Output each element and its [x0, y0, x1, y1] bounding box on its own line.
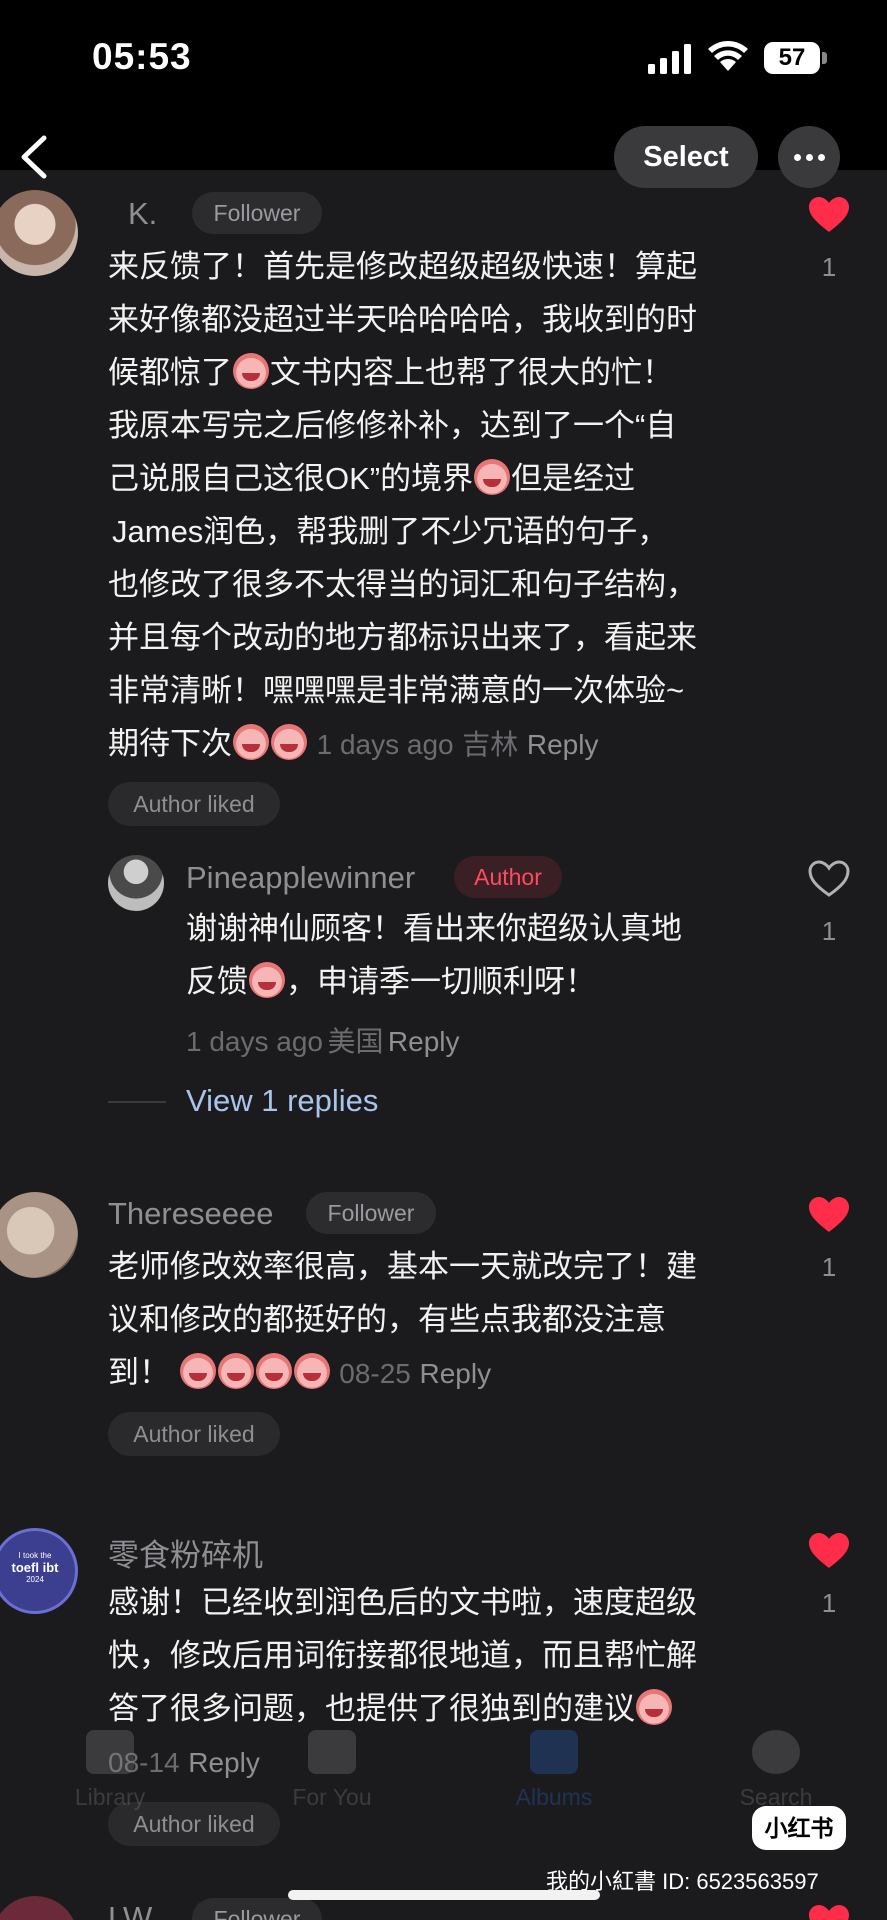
like-count: 1	[821, 1588, 837, 1618]
like-count: 1	[821, 252, 837, 282]
heart-filled-icon[interactable]	[808, 1532, 850, 1570]
toefl-badge-avatar[interactable]: I took the toefl ibt 2024	[0, 1528, 78, 1614]
heart-filled-icon[interactable]	[808, 1196, 850, 1234]
reply-line: ，申请季一切顺利呀！	[286, 964, 596, 999]
reply-time: 1 days ago	[186, 1026, 323, 1057]
for-you-icon	[308, 1730, 356, 1774]
comment-time: 08-25	[339, 1358, 411, 1389]
crying-emoji-icon	[636, 1689, 672, 1725]
comment-line: 感谢！已经收到润色后的文书啦，速度超级	[108, 1585, 697, 1620]
library-icon	[86, 1730, 134, 1774]
surprised-emoji-icon	[233, 353, 269, 389]
reply-link[interactable]: Reply	[527, 729, 599, 760]
comment-line: 快，修改后用词衔接都很地道，而且帮忙解	[108, 1638, 697, 1673]
like-count: 1	[821, 1252, 837, 1282]
reply-link[interactable]: Reply	[388, 1026, 460, 1057]
search-icon	[752, 1730, 800, 1774]
wifi-icon	[708, 41, 748, 71]
reply-link[interactable]: Reply	[420, 1358, 492, 1389]
comment-line: 期待下次	[108, 726, 232, 761]
reply-line: 反馈	[186, 964, 248, 999]
tab-label: For You	[292, 1784, 372, 1810]
albums-icon	[530, 1730, 578, 1774]
comment-username[interactable]: Thereseeee	[108, 1196, 273, 1232]
praying-emoji-icon	[249, 962, 285, 998]
comment-line: 议和修改的都挺好的，有些点我都没注意	[108, 1302, 666, 1337]
battery-cap	[822, 52, 827, 64]
heart-filled-icon[interactable]	[808, 196, 850, 234]
comment-text: 老师修改效率很高，基本一天就改完了！建 议和修改的都挺好的，有些点我都没注意 到…	[108, 1240, 768, 1400]
cellular-signal-icon	[648, 44, 691, 74]
heart-outline-icon[interactable]	[808, 860, 850, 898]
crying-emoji-icon	[474, 459, 511, 495]
battery-indicator: 57	[764, 42, 820, 74]
author-liked-badge: Author liked	[108, 782, 280, 826]
status-time: 05:53	[92, 36, 192, 77]
tab-search[interactable]: Search	[686, 1730, 866, 1811]
comment-line: 到！	[108, 1355, 170, 1390]
crying-emoji-icon	[217, 1353, 254, 1389]
crying-emoji-icon	[255, 1353, 292, 1389]
more-options-button[interactable]	[778, 126, 840, 188]
comment-line: 己说服自己这很OK”的境界	[108, 461, 474, 496]
avatar-year: 2024	[26, 1575, 44, 1584]
select-button[interactable]: Select	[614, 126, 758, 188]
follower-tag: Follower	[306, 1192, 436, 1234]
reply-username[interactable]: Pineapplewinner	[186, 860, 415, 896]
comment-line: James润色，帮我删了不少冗语的句子，	[112, 514, 669, 549]
user-avatar[interactable]	[0, 1192, 78, 1278]
reply-avatar[interactable]	[108, 855, 164, 911]
follower-tag: Follower	[192, 1898, 322, 1920]
reply-text: 谢谢神仙顾客！看出来你超级认真地 反馈 ，申请季一切顺利呀！	[186, 902, 766, 1008]
author-liked-badge: Author liked	[108, 1412, 280, 1456]
xiaohongshu-logo: 小红书	[752, 1806, 846, 1850]
avatar-brand: toefl ibt	[11, 1560, 59, 1575]
back-arrow-icon[interactable]	[14, 130, 54, 184]
author-tag: Author	[454, 856, 562, 898]
more-dot-icon	[806, 154, 813, 161]
comment-line: 老师修改效率很高，基本一天就改完了！建	[108, 1249, 697, 1284]
comment-time: 1 days ago	[316, 729, 454, 760]
more-dot-icon	[818, 154, 825, 161]
reply-meta: 1 days ago 美国 Reply	[186, 1020, 460, 1060]
follower-tag: Follower	[192, 192, 322, 234]
blush-emoji-icon	[271, 724, 307, 760]
tab-albums[interactable]: Albums	[464, 1730, 644, 1811]
comment-line: 并且每个改动的地方都标识出来了，看起来	[108, 620, 697, 655]
comment-username[interactable]: 零食粉碎机	[108, 1530, 263, 1575]
tab-library[interactable]: Library	[20, 1730, 200, 1811]
comment-line: 文书内容上也帮了很大的忙！	[270, 355, 673, 390]
tab-label: Albums	[515, 1784, 593, 1810]
heart-filled-icon[interactable]	[808, 1904, 850, 1920]
like-count: 1	[821, 916, 837, 946]
comment-line: 非常清晰！嘿嘿嘿是非常满意的一次体验~	[108, 673, 685, 708]
avatar-caption: I took the	[18, 1551, 52, 1560]
comment-line: 但是经过	[511, 461, 636, 496]
user-avatar[interactable]	[0, 1896, 78, 1920]
comment-username[interactable]: LW	[108, 1900, 152, 1920]
comment-line: 来好像都没超过半天哈哈哈哈，我收到的时	[108, 302, 697, 337]
tab-label: Library	[74, 1784, 146, 1810]
comment-username[interactable]: K.	[128, 196, 157, 232]
comment-text: 来反馈了！首先是修改超级超级快速！算起 来好像都没超过半天哈哈哈哈，我收到的时 …	[108, 240, 768, 771]
view-replies-link[interactable]: View 1 replies	[186, 1083, 378, 1119]
comment-line: 也修改了很多不太得当的词汇和句子结构，	[108, 567, 697, 602]
tab-for-you[interactable]: For You	[242, 1730, 422, 1811]
comment-location: 吉林	[462, 729, 519, 760]
home-indicator[interactable]	[288, 1890, 600, 1900]
reply-location: 美国	[327, 1026, 384, 1057]
crying-emoji-icon	[179, 1353, 216, 1389]
view-replies-divider	[108, 1101, 166, 1103]
comment-line: 候都惊了	[108, 355, 232, 390]
comment-line: 答了很多问题，也提供了很独到的建议	[108, 1691, 635, 1726]
more-dot-icon	[794, 154, 801, 161]
blush-emoji-icon	[233, 724, 269, 760]
reply-line: 谢谢神仙顾客！看出来你超级认真地	[186, 911, 682, 946]
user-avatar[interactable]	[0, 190, 78, 276]
comment-line: 我原本写完之后修修补补，达到了一个“自	[108, 408, 677, 443]
crying-emoji-icon	[293, 1353, 330, 1389]
comment-line: 来反馈了！首先是修改超级超级快速！算起	[108, 249, 697, 284]
